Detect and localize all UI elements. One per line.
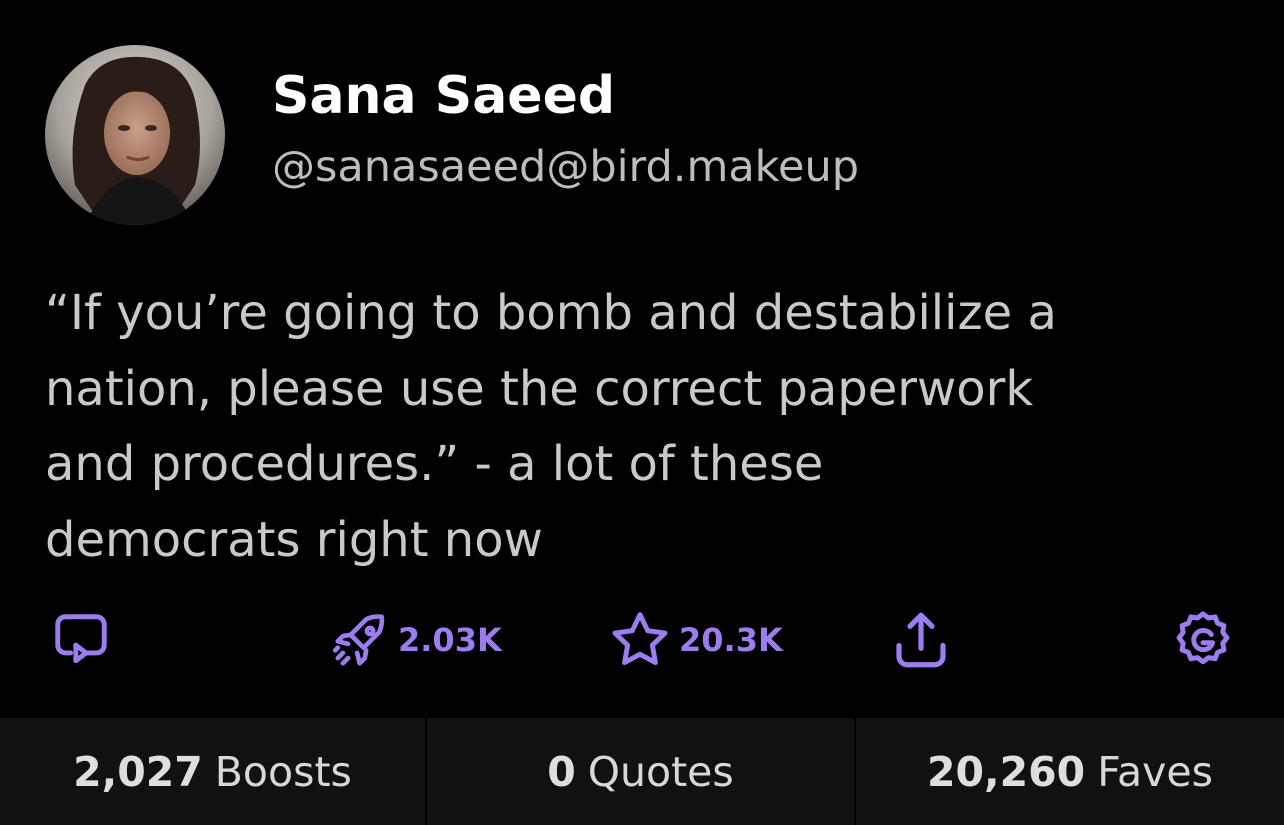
stats-bar: 2,027 Boosts 0 Quotes 20,260 Faves (0, 718, 1284, 825)
reply-button[interactable] (50, 610, 112, 670)
author-handle[interactable]: @sanasaeed@bird.makeup (272, 142, 859, 192)
post-card: Sana Saeed @sanasaeed@bird.makeup “If yo… (0, 0, 1284, 718)
boosts-value: 2,027 (73, 747, 203, 796)
quotes-value: 0 (547, 747, 576, 796)
faves-label: Faves (1097, 747, 1213, 796)
favourite-button[interactable]: 20.3K (607, 610, 783, 670)
share-button[interactable] (888, 610, 954, 670)
star-icon (612, 612, 668, 666)
quotes-label: Quotes (587, 747, 734, 796)
share-icon (896, 612, 946, 668)
gear-icon (1176, 611, 1230, 665)
boosts-label: Boosts (214, 747, 352, 796)
author-display-name[interactable]: Sana Saeed (272, 66, 615, 126)
reply-icon (55, 614, 107, 664)
boost-count: 2.03K (398, 621, 502, 659)
post-line: nation, please use the correct paperwork (45, 360, 1034, 417)
more-button[interactable] (1170, 610, 1236, 670)
quotes-stat[interactable]: 0 Quotes (427, 718, 856, 825)
post-line: “If you’re going to bomb and destabilize… (45, 285, 1057, 341)
faves-stat[interactable]: 20,260 Faves (856, 718, 1284, 825)
boost-button[interactable]: 2.03K (330, 610, 502, 670)
rocket-icon (332, 614, 385, 666)
post-line: democrats right now (45, 511, 543, 568)
favourite-count: 20.3K (679, 621, 783, 659)
post-content: “If you’re going to bomb and destabilize… (45, 276, 1260, 578)
action-bar: 2.03K 20.3K (0, 600, 1284, 680)
boosts-stat[interactable]: 2,027 Boosts (0, 718, 427, 825)
avatar-image (45, 45, 225, 225)
avatar[interactable] (45, 45, 225, 225)
post-line: and procedures.” - a lot of these (45, 436, 824, 492)
faves-value: 20,260 (926, 747, 1086, 796)
